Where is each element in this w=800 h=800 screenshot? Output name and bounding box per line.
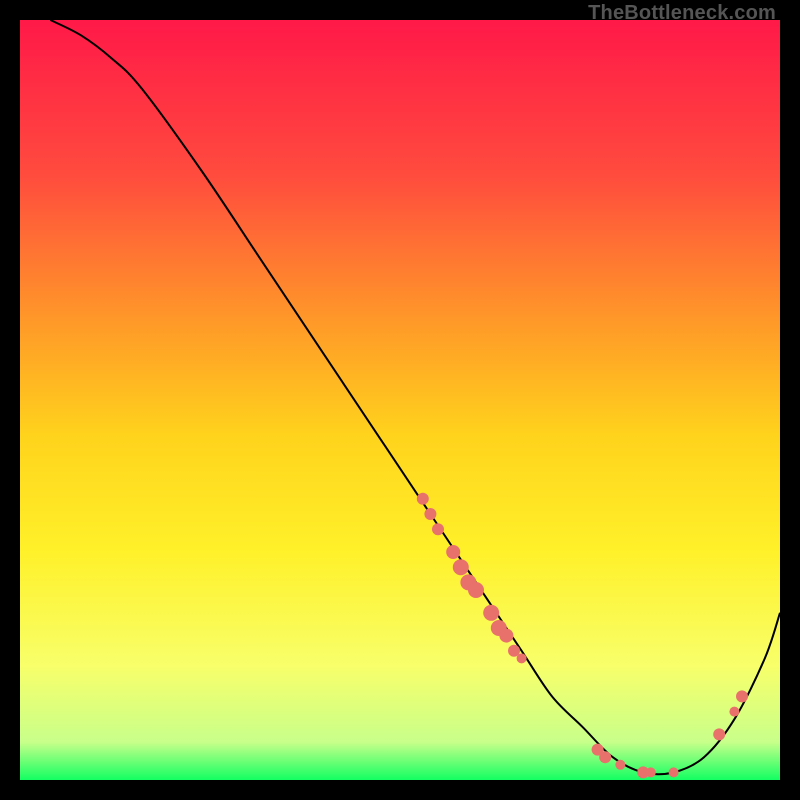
data-point-marker [417, 493, 429, 505]
data-point-marker [729, 707, 739, 717]
plot-area [20, 20, 780, 780]
data-point-marker [615, 760, 625, 770]
bottleneck-curve [50, 20, 780, 774]
data-point-marker [499, 629, 513, 643]
curve-overlay [20, 20, 780, 780]
data-point-marker [424, 508, 436, 520]
data-point-marker [432, 523, 444, 535]
data-point-marker [483, 605, 499, 621]
data-point-marker [669, 767, 679, 777]
data-point-marker [446, 545, 460, 559]
chart-container: TheBottleneck.com [0, 0, 800, 800]
data-point-marker [453, 559, 469, 575]
data-point-marker [517, 653, 527, 663]
data-point-marker [646, 767, 656, 777]
data-point-marker [713, 728, 725, 740]
data-point-marker [599, 751, 611, 763]
marker-group [417, 493, 748, 779]
data-point-marker [736, 690, 748, 702]
data-point-marker [468, 582, 484, 598]
